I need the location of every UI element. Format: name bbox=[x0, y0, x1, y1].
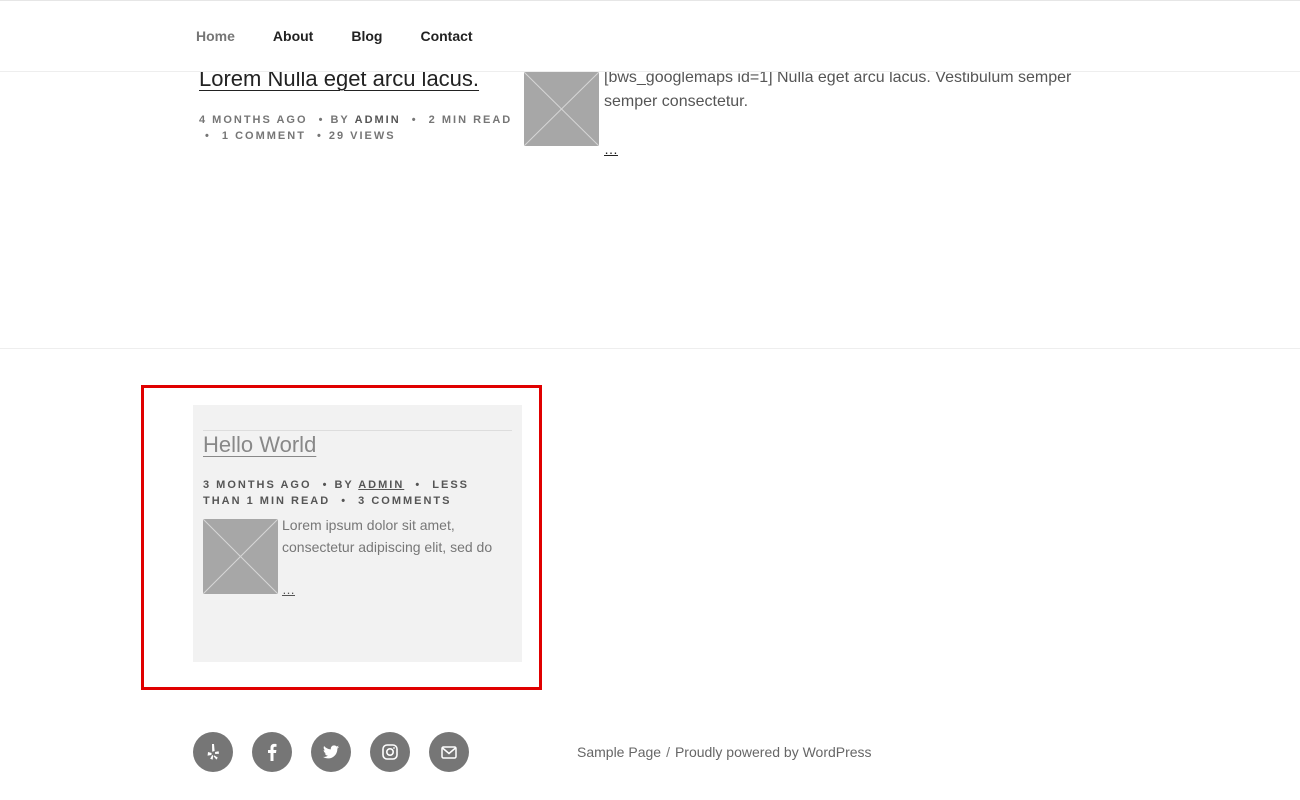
card-read-more-link[interactable]: … bbox=[282, 582, 295, 597]
read-more-link[interactable]: … bbox=[604, 141, 618, 157]
twitter-link[interactable] bbox=[311, 732, 351, 772]
yelp-link[interactable] bbox=[193, 732, 233, 772]
card-author-link[interactable]: ADMIN bbox=[358, 479, 404, 491]
top-navigation: Home About Blog Contact bbox=[0, 0, 1300, 72]
card-rule bbox=[203, 430, 512, 431]
meta-separator: • bbox=[316, 130, 323, 142]
post-comments[interactable]: 1 COMMENT bbox=[222, 130, 306, 142]
nav-menu: Home About Blog Contact bbox=[196, 28, 511, 44]
post-card: Hello World 3 MONTHS AGO • BY ADMIN • LES… bbox=[193, 405, 522, 662]
powered-by-link[interactable]: Proudly powered by WordPress bbox=[675, 744, 872, 760]
card-meta: 3 MONTHS AGO • BY ADMIN • LESS THAN 1 MIN… bbox=[203, 477, 503, 509]
image-placeholder-icon bbox=[524, 72, 599, 146]
email-icon bbox=[441, 745, 457, 759]
social-links bbox=[193, 732, 488, 772]
post-author-link[interactable]: ADMIN bbox=[355, 114, 401, 126]
facebook-icon bbox=[268, 743, 277, 761]
meta-separator: • bbox=[415, 479, 422, 491]
post-read-time: 2 MIN READ bbox=[428, 114, 513, 126]
footer-separator: / bbox=[666, 744, 670, 760]
meta-separator: • bbox=[411, 114, 418, 126]
meta-separator: • bbox=[322, 479, 329, 491]
post-by-label: BY bbox=[330, 114, 350, 126]
meta-separator: • bbox=[341, 495, 348, 507]
card-comments[interactable]: 3 COMMENTS bbox=[358, 495, 451, 507]
nav-item-contact[interactable]: Contact bbox=[420, 28, 472, 44]
card-by-label: BY bbox=[334, 479, 354, 491]
post-meta: 4 MONTHS AGO • BY ADMIN • 2 MIN READ • 1 … bbox=[199, 112, 519, 144]
meta-separator: • bbox=[318, 114, 325, 126]
sample-page-link[interactable]: Sample Page bbox=[577, 744, 661, 760]
post-excerpt: [bws_googlemaps id=1] Nulla eget arcu la… bbox=[604, 69, 1072, 110]
section-divider bbox=[0, 348, 1300, 349]
card-time: 3 MONTHS AGO bbox=[203, 479, 312, 491]
post-time: 4 MONTHS AGO bbox=[199, 114, 308, 126]
post-views: 29 VIEWS bbox=[328, 130, 396, 142]
email-link[interactable] bbox=[429, 732, 469, 772]
image-placeholder-icon bbox=[203, 519, 278, 594]
instagram-link[interactable] bbox=[370, 732, 410, 772]
instagram-icon bbox=[382, 744, 398, 760]
nav-item-blog[interactable]: Blog bbox=[351, 28, 382, 44]
nav-item-home[interactable]: Home bbox=[196, 28, 235, 44]
facebook-link[interactable] bbox=[252, 732, 292, 772]
card-excerpt: Lorem ipsum dolor sit amet, consectetur … bbox=[282, 517, 493, 555]
meta-separator: • bbox=[205, 130, 211, 142]
post-thumbnail-placeholder[interactable] bbox=[524, 72, 599, 146]
nav-item-about[interactable]: About bbox=[273, 28, 313, 44]
card-thumbnail-placeholder[interactable] bbox=[203, 519, 278, 594]
yelp-icon bbox=[207, 744, 219, 760]
card-title-link[interactable]: Hello World bbox=[203, 432, 316, 458]
site-info: Sample Page / Proudly powered by WordPress bbox=[577, 744, 872, 760]
twitter-icon bbox=[323, 745, 339, 759]
